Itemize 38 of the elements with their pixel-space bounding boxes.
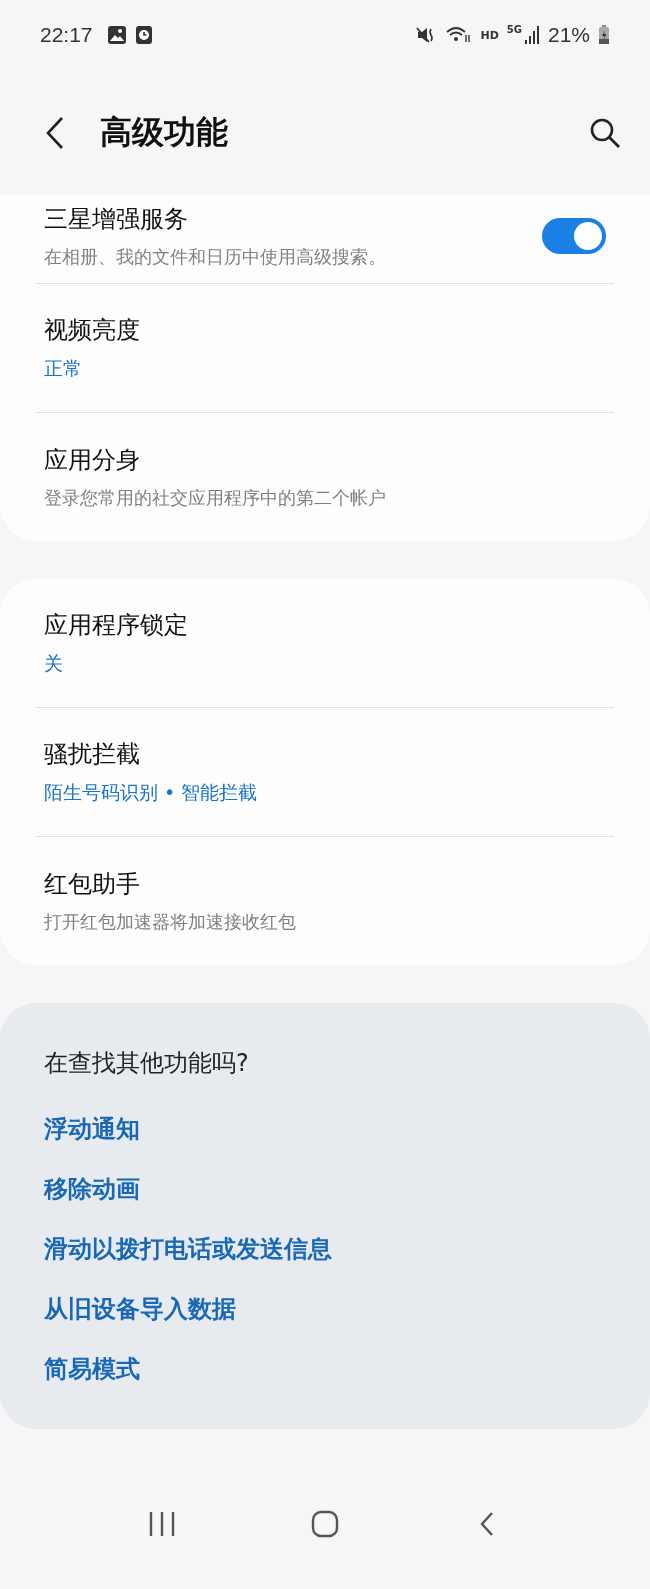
settings-item[interactable]: 红包助手 打开红包加速器将加速接收红包 (36, 837, 614, 965)
item-title: 三星增强服务 (44, 204, 189, 235)
item-subtitle: 打开红包加速器将加速接收红包 (44, 910, 297, 934)
network-label: HD (480, 28, 499, 42)
toggle-switch[interactable] (542, 218, 606, 254)
suggestion-link[interactable]: 滑动以拨打电话或发送信息 (44, 1219, 332, 1279)
battery-percent: 21% (547, 23, 590, 47)
item-subtitle: 关 (44, 651, 64, 676)
item-subtitle: 正常 (44, 356, 83, 381)
wifi-icon (446, 25, 473, 45)
suggestion-link[interactable]: 从旧设备导入数据 (44, 1279, 236, 1339)
recent-apps-icon[interactable] (147, 1511, 176, 1537)
settings-item[interactable]: 三星增强服务 在相册、我的文件和日历中使用高级搜索。 (36, 195, 614, 283)
home-icon[interactable] (311, 1510, 339, 1538)
signal-icon (523, 25, 540, 45)
settings-item[interactable]: 骚扰拦截 陌生号码识别 • 智能拦截 (36, 708, 614, 836)
settings-item[interactable]: 应用程序锁定 关 (36, 579, 614, 707)
settings-item[interactable]: 应用分身 登录您常用的社交应用程序中的第二个帐户 (36, 413, 614, 541)
item-title: 视频亮度 (44, 315, 141, 346)
settings-item[interactable]: 视频亮度 正常 (36, 284, 614, 412)
status-time: 22:17 (40, 23, 93, 47)
suggestion-link[interactable]: 简易模式 (44, 1339, 140, 1399)
battery-icon (598, 25, 610, 45)
page-title: 高级功能 (100, 111, 229, 153)
gallery-icon (106, 25, 127, 45)
item-title: 应用程序锁定 (44, 610, 189, 641)
item-title: 红包助手 (44, 869, 141, 900)
item-subtitle: 在相册、我的文件和日历中使用高级搜索。 (44, 245, 387, 269)
clock-icon (134, 25, 153, 45)
suggestions-title: 在查找其他功能吗? (44, 1048, 250, 1079)
back-button[interactable] (44, 115, 66, 150)
item-title: 应用分身 (44, 445, 141, 476)
suggestion-link[interactable]: 浮动通知 (44, 1099, 140, 1159)
item-subtitle: 陌生号码识别 • 智能拦截 (44, 780, 259, 805)
item-title: 骚扰拦截 (44, 739, 141, 770)
suggestion-link[interactable]: 移除动画 (44, 1159, 140, 1219)
item-subtitle: 登录您常用的社交应用程序中的第二个帐户 (44, 486, 387, 510)
generation-label: 5G (506, 24, 522, 35)
